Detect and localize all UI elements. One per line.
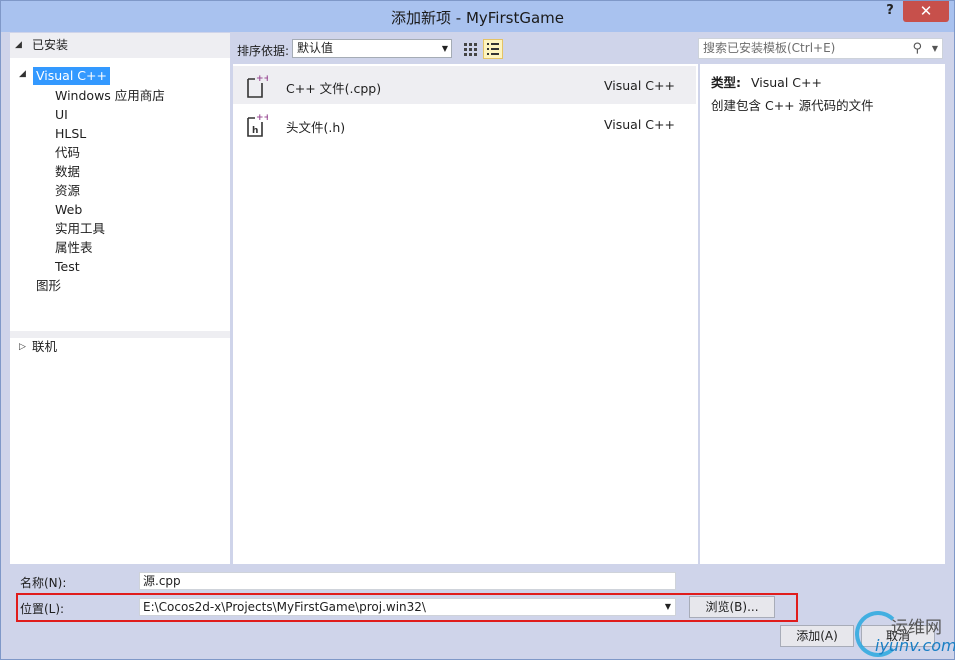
watermark-logo: 运维网 iyunv.com bbox=[851, 609, 955, 660]
item-language: Visual C++ bbox=[604, 117, 675, 132]
chevron-down-icon[interactable]: ▼ bbox=[932, 39, 938, 58]
type-line: 类型: Visual C++ bbox=[711, 72, 822, 91]
name-value: 源.cpp bbox=[143, 574, 181, 588]
list-item-header-file[interactable]: ++ h 头文件(.h) Visual C++ bbox=[233, 105, 696, 143]
name-label: 名称(N): bbox=[20, 576, 67, 590]
search-icon[interactable]: ⚲ bbox=[912, 39, 922, 58]
type-value: Visual C++ bbox=[750, 75, 822, 90]
list-view-icon[interactable] bbox=[483, 39, 503, 59]
item-language: Visual C++ bbox=[604, 78, 675, 93]
details-panel: 类型: Visual C++ 创建包含 C++ 源代码的文件 bbox=[700, 64, 945, 564]
tree-item-ui[interactable]: UI bbox=[55, 105, 68, 124]
type-label: 类型: bbox=[711, 75, 741, 90]
tree-item-code[interactable]: 代码 bbox=[55, 143, 80, 162]
expand-arrow-icon: ▷ bbox=[19, 342, 26, 352]
window-title: 添加新项 - MyFirstGame bbox=[391, 9, 564, 27]
chevron-down-icon: ▼ bbox=[441, 44, 448, 53]
tree-item-hlsl[interactable]: HLSL bbox=[55, 124, 86, 143]
close-button[interactable]: ✕ bbox=[903, 1, 949, 22]
grid-view-icon[interactable] bbox=[460, 39, 480, 59]
svg-text:++: ++ bbox=[256, 74, 268, 84]
tree-item-web[interactable]: Web bbox=[55, 200, 82, 219]
item-name: C++ 文件(.cpp) bbox=[286, 81, 382, 96]
tree-item-visual-cpp[interactable]: Visual C++ bbox=[33, 67, 110, 85]
tree-item-graphics[interactable]: 图形 bbox=[36, 276, 61, 295]
svg-text:++: ++ bbox=[256, 113, 268, 123]
search-placeholder: 搜索已安装模板(Ctrl+E) bbox=[703, 41, 836, 55]
item-name: 头文件(.h) bbox=[286, 120, 346, 135]
tree-item-property-sheets[interactable]: 属性表 bbox=[55, 238, 93, 257]
cpp-file-icon: ++ bbox=[247, 74, 268, 98]
toolbar: 排序依据: 默认值 ▼ bbox=[233, 35, 698, 63]
watermark-domain: iyunv.com bbox=[875, 636, 955, 655]
tree-item-online[interactable]: 联机 bbox=[32, 337, 57, 356]
name-field[interactable]: 源.cpp bbox=[139, 572, 676, 590]
list-item-cpp-file[interactable]: ++ C++ 文件(.cpp) Visual C++ bbox=[233, 66, 696, 104]
installed-label: 已安装 bbox=[32, 38, 69, 52]
installed-header[interactable]: ◢ 已安装 bbox=[10, 33, 230, 58]
template-description: 创建包含 C++ 源代码的文件 bbox=[711, 98, 874, 113]
sort-value: 默认值 bbox=[297, 41, 334, 55]
add-new-item-dialog: 添加新项 - MyFirstGame ? ✕ ◢ 已安装 ◢ Visual C+… bbox=[0, 0, 955, 660]
category-panel: ◢ 已安装 ◢ Visual C++ Windows 应用商店 UI HLSL … bbox=[10, 33, 230, 564]
tree-item-windows-store[interactable]: Windows 应用商店 bbox=[55, 86, 165, 105]
highlight-box bbox=[16, 593, 798, 622]
sort-label: 排序依据: bbox=[237, 44, 290, 58]
template-list: ++ C++ 文件(.cpp) Visual C++ ++ h 头文件(.h) … bbox=[233, 64, 698, 564]
watermark-text: 运维网 bbox=[891, 618, 942, 638]
template-search-input[interactable]: 搜索已安装模板(Ctrl+E) ⚲ ▼ bbox=[698, 38, 943, 59]
header-file-icon: ++ h bbox=[247, 113, 268, 137]
add-button[interactable]: 添加(A) bbox=[780, 625, 854, 647]
tree-item-utility[interactable]: 实用工具 bbox=[55, 219, 105, 238]
tree-item-data[interactable]: 数据 bbox=[55, 162, 80, 181]
title-bar: 添加新项 - MyFirstGame ? ✕ bbox=[1, 1, 954, 32]
collapse-arrow-icon: ◢ bbox=[15, 40, 22, 50]
expand-arrow-icon: ◢ bbox=[19, 69, 26, 79]
help-button[interactable]: ? bbox=[881, 3, 899, 21]
sort-dropdown[interactable]: 默认值 ▼ bbox=[292, 39, 452, 58]
tree-item-resources[interactable]: 资源 bbox=[55, 181, 80, 200]
tree-item-test[interactable]: Test bbox=[55, 257, 80, 276]
svg-text:h: h bbox=[252, 126, 258, 136]
